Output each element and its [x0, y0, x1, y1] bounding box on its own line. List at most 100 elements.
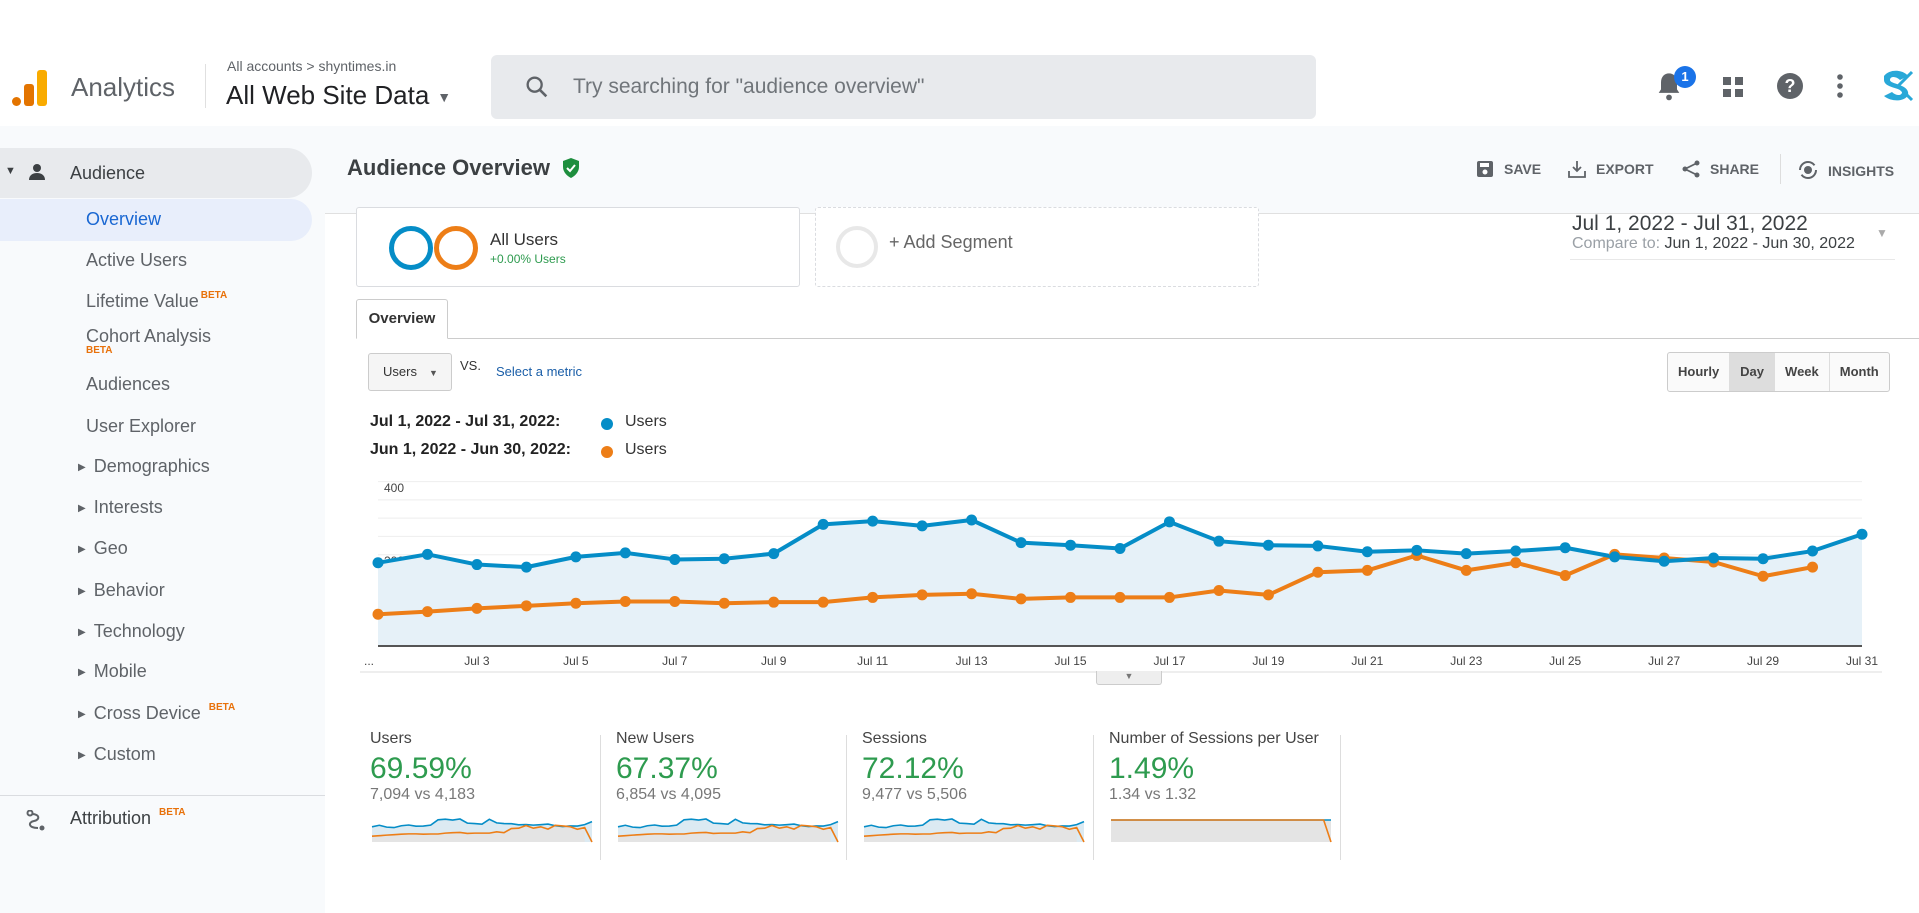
- current-series-area: [378, 520, 1862, 646]
- view-selector[interactable]: All Web Site Data ▼: [226, 80, 451, 111]
- search-input[interactable]: [573, 69, 1273, 105]
- date-range-picker[interactable]: Jul 1, 2022 - Jul 31, 2022: [1572, 212, 1808, 236]
- segment-ring-previous: [434, 226, 478, 270]
- share-button[interactable]: SHARE: [1682, 160, 1759, 178]
- current-data-point: [570, 551, 582, 563]
- sidebar-item-attribution[interactable]: Attribution BETA: [70, 807, 186, 829]
- granularity-hourly[interactable]: Hourly: [1668, 353, 1731, 391]
- sidebar-item-lifetime-value[interactable]: Lifetime Value BETA: [86, 290, 227, 312]
- export-button[interactable]: EXPORT: [1568, 160, 1654, 178]
- sidebar-item-cohort-analysis[interactable]: Cohort Analysis: [86, 326, 211, 347]
- previous-data-point: [1065, 591, 1077, 603]
- date-underline: [1570, 259, 1895, 260]
- insights-button[interactable]: INSIGHTS: [1798, 160, 1894, 180]
- sidebar-item-interests[interactable]: ▶ Interests: [78, 497, 163, 518]
- view-name: All Web Site Data: [226, 80, 430, 110]
- scorecard-title: Sessions: [862, 730, 927, 747]
- current-data-point: [1411, 544, 1423, 556]
- caret-down-icon: ▼: [437, 89, 452, 106]
- scorecard-divider: [600, 735, 601, 860]
- select-metric-link[interactable]: Select a metric: [496, 364, 582, 379]
- sidebar-section-audience[interactable]: ▼ Audience: [0, 148, 312, 198]
- scorecard-users[interactable]: Users 69.59% 7,094 vs 4,183: [370, 730, 600, 860]
- scorecard-new-users[interactable]: New Users 67.37% 6,854 vs 4,095: [616, 730, 846, 860]
- account-avatar[interactable]: [1880, 68, 1914, 104]
- save-button[interactable]: SAVE: [1476, 160, 1541, 178]
- notification-badge: 1: [1674, 66, 1696, 88]
- previous-data-point: [1163, 591, 1175, 603]
- current-data-point: [817, 518, 829, 530]
- granularity-week[interactable]: Week: [1775, 353, 1830, 391]
- date-dropdown-icon[interactable]: ▼: [1876, 226, 1888, 240]
- sidebar-item-audiences[interactable]: Audiences: [86, 374, 170, 395]
- apps-grid-icon[interactable]: [1721, 75, 1745, 99]
- current-data-point: [1757, 553, 1769, 565]
- sidebar-item-label: Behavior: [93, 580, 165, 600]
- current-data-point: [867, 515, 879, 527]
- previous-data-point: [1510, 557, 1522, 569]
- more-vert-icon[interactable]: [1835, 72, 1845, 100]
- current-data-point: [1807, 545, 1819, 557]
- scorecard-sessions[interactable]: Sessions 72.12% 9,477 vs 5,506: [862, 730, 1092, 860]
- current-data-point: [1361, 546, 1373, 558]
- sidebar-item-active-users[interactable]: Active Users: [86, 250, 187, 271]
- sidebar-item-geo[interactable]: ▶ Geo: [78, 538, 128, 559]
- add-segment-label: + Add Segment: [889, 232, 1013, 252]
- verified-shield-icon: [563, 158, 580, 178]
- breadcrumb[interactable]: All accounts > shyntimes.in: [227, 58, 396, 74]
- sidebar-section-label: Audience: [70, 163, 146, 183]
- download-icon: [1568, 161, 1586, 178]
- app-name: Analytics: [71, 72, 176, 102]
- scorecard-sessions-per-user[interactable]: Number of Sessions per User 1.49% 1.34 v…: [1109, 730, 1339, 860]
- current-data-point: [1015, 537, 1027, 549]
- sidebar-item-custom[interactable]: ▶ Custom: [78, 744, 156, 765]
- current-data-point: [1460, 548, 1472, 560]
- previous-data-point: [372, 608, 384, 620]
- sidebar-item-behavior[interactable]: ▶ Behavior: [78, 580, 165, 601]
- x-tick-label: Jul 13: [956, 654, 988, 668]
- metric-dropdown[interactable]: Users ▼: [368, 353, 452, 391]
- actions-divider: [1780, 154, 1781, 184]
- legend-current: Jul 1, 2022 - Jul 31, 2022: Users: [370, 413, 667, 431]
- analytics-logo[interactable]: [12, 66, 48, 106]
- sidebar-item-overview[interactable]: Overview: [86, 209, 161, 230]
- page-title: Audience Overview: [347, 155, 580, 181]
- add-segment-button[interactable]: + Add Segment: [815, 207, 1259, 287]
- help-icon[interactable]: ?: [1776, 72, 1804, 100]
- attribution-icon: [26, 810, 45, 831]
- current-data-point: [1708, 552, 1720, 564]
- segment-all-users[interactable]: All Users +0.00% Users: [356, 207, 800, 287]
- x-tick-label: Jul 27: [1648, 654, 1680, 668]
- granularity-day[interactable]: Day: [1730, 353, 1776, 391]
- sidebar-item-cross-device[interactable]: ▶ Cross Device BETA: [78, 702, 235, 724]
- current-data-point: [916, 520, 928, 532]
- search-icon: [526, 76, 548, 98]
- granularity-month[interactable]: Month: [1830, 353, 1889, 391]
- sidebar-item-technology[interactable]: ▶ Technology: [78, 621, 185, 642]
- legend-dot-current: [601, 418, 613, 430]
- current-data-point: [966, 514, 978, 526]
- beta-badge: BETA: [86, 345, 113, 356]
- x-tick-label: Jul 3: [464, 654, 490, 668]
- caret-right-icon: ▶: [78, 503, 86, 514]
- current-data-point: [520, 561, 532, 573]
- current-data-point: [1856, 528, 1868, 540]
- y-tick-label: 400: [384, 481, 404, 495]
- search-bar[interactable]: [491, 55, 1316, 119]
- compare-range[interactable]: Compare to: Jun 1, 2022 - Jun 30, 2022: [1572, 235, 1855, 253]
- caret-down-icon: ▼: [428, 368, 438, 378]
- users-line-chart[interactable]: 200400...Jul 3Jul 5Jul 7Jul 9Jul 11Jul 1…: [360, 470, 1900, 680]
- sidebar-item-demographics[interactable]: ▶ Demographics: [78, 456, 210, 477]
- chart-expand-button[interactable]: ▼: [1096, 671, 1162, 685]
- sidebar-item-user-explorer[interactable]: User Explorer: [86, 416, 196, 437]
- sidebar-item-mobile[interactable]: ▶ Mobile: [78, 661, 147, 682]
- current-data-point: [1114, 542, 1126, 554]
- previous-data-point: [1559, 570, 1571, 582]
- compare-range-value: Jun 1, 2022 - Jun 30, 2022: [1664, 235, 1855, 252]
- legend-previous: Jun 1, 2022 - Jun 30, 2022: Users: [370, 441, 667, 459]
- x-tick-label: Jul 21: [1351, 654, 1383, 668]
- tab-overview[interactable]: Overview: [356, 299, 448, 339]
- sidebar-item-label: Interests: [93, 497, 163, 517]
- tab-row-divider: [356, 338, 1919, 339]
- legend-series-name: Users: [625, 413, 667, 430]
